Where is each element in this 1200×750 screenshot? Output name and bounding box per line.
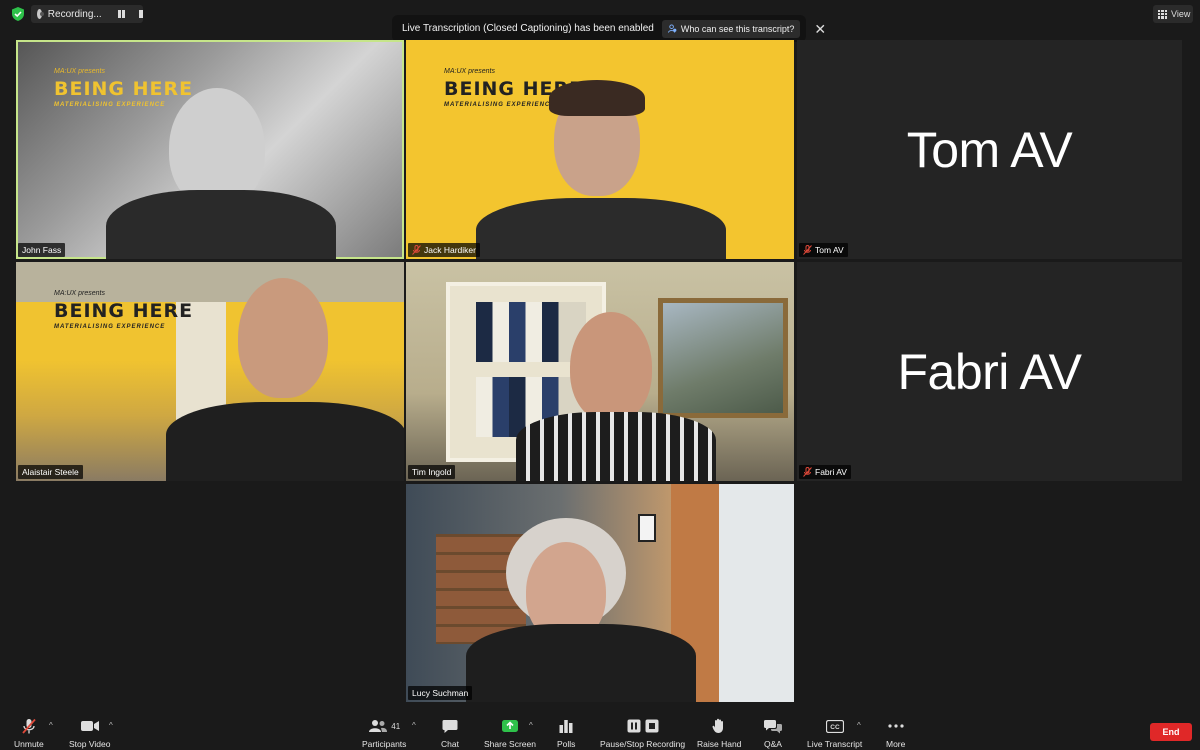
name-tag: Fabri AV — [799, 465, 851, 479]
video-tile-lucy-suchman[interactable]: Lucy Suchman — [406, 484, 794, 702]
muted-microphone-icon — [412, 245, 421, 255]
stop-recording-icon[interactable] — [139, 10, 143, 18]
chat-label: Chat — [441, 739, 459, 749]
video-tile-fabri-av[interactable]: Fabri AV Fabri AV — [797, 262, 1182, 481]
raise-hand-icon — [712, 718, 724, 733]
participant-name: Tom AV — [815, 245, 844, 255]
participant-name: John Fass — [22, 245, 62, 255]
more-dots-icon — [888, 724, 904, 728]
overlay-subtitle: MATERIALISING EXPERIENCE — [54, 102, 166, 108]
pause-recording-icon[interactable] — [117, 10, 126, 18]
overlay-presents: MA:UX presents — [444, 68, 495, 75]
qa-label: Q&A — [764, 739, 782, 749]
participant-name: Fabri AV — [815, 467, 847, 477]
zoom-meeting-window: Recording... Live Transcription (Closed … — [0, 0, 1200, 750]
polls-label: Polls — [557, 739, 576, 749]
live-transcript-button[interactable]: CC Live Transcript — [807, 718, 862, 749]
avatar-name-text: Tom AV — [906, 121, 1073, 178]
participants-icon — [369, 720, 388, 732]
view-button[interactable]: View — [1153, 5, 1193, 23]
video-tile-john-fass[interactable]: MA:UX presents BEING HERE MATERIALISING … — [16, 40, 404, 259]
security-shield-icon[interactable] — [10, 6, 26, 22]
name-tag: John Fass — [18, 243, 66, 257]
overlay-subtitle: MATERIALISING EXPERIENCE — [444, 102, 556, 108]
share-screen-label: Share Screen — [484, 739, 536, 749]
unmute-label: Unmute — [14, 739, 44, 749]
name-tag: Jack Hardiker — [408, 243, 480, 257]
stop-video-button[interactable]: Stop Video — [69, 718, 110, 749]
participants-label: Participants — [362, 739, 407, 749]
name-tag: Tim Ingold — [408, 465, 456, 479]
pause-stop-recording-button[interactable]: Pause/Stop Recording — [600, 718, 685, 749]
overlay-title: BEING HERE — [54, 300, 194, 322]
participant-name: Jack Hardiker — [424, 245, 476, 255]
notification-text: Live Transcription (Closed Captioning) h… — [402, 23, 654, 34]
transcription-notification: Live Transcription (Closed Captioning) h… — [392, 15, 826, 42]
video-tile-tom-av[interactable]: Tom AV Tom AV — [797, 40, 1182, 259]
participants-button[interactable]: 41 Participants — [362, 718, 406, 749]
raise-hand-label: Raise Hand — [697, 739, 742, 749]
muted-microphone-icon — [803, 245, 812, 255]
name-tag: Tom AV — [799, 243, 848, 257]
chat-bubble-icon — [442, 719, 458, 733]
polls-button[interactable]: Polls — [557, 718, 575, 749]
share-screen-icon — [501, 720, 518, 732]
participants-count: 41 — [391, 721, 401, 731]
participants-options-chevron-icon[interactable]: ^ — [412, 721, 416, 730]
video-tile-alaistair-steele[interactable]: MA:UX presents BEING HERE MATERIALISING … — [16, 262, 404, 481]
pause-icon — [627, 719, 641, 733]
recording-label: Recording... — [47, 8, 102, 20]
qa-chat-icon — [764, 719, 782, 733]
who-can-see-transcript-button[interactable]: Who can see this transcript? — [661, 19, 801, 38]
closed-caption-icon: CC — [825, 719, 844, 733]
recording-icon — [37, 9, 44, 19]
chat-button[interactable]: Chat — [441, 718, 459, 749]
people-icon — [667, 24, 677, 33]
avatar-name-text: Fabri AV — [897, 343, 1082, 400]
more-label: More — [886, 739, 906, 749]
video-tile-jack-hardiker[interactable]: MA:UX presents BEING HERE MATERIALISING … — [406, 40, 794, 259]
meeting-toolbar: Unmute ^ Stop Video ^ 41 Participants ^ … — [0, 714, 1200, 750]
overlay-presents: MA:UX presents — [54, 68, 105, 75]
who-can-see-label: Who can see this transcript? — [680, 23, 795, 34]
video-camera-icon — [80, 721, 99, 731]
video-tile-tim-ingold[interactable]: Tim Ingold — [406, 262, 794, 481]
grid-view-icon — [1158, 9, 1167, 19]
muted-microphone-icon — [22, 718, 36, 734]
view-label: View — [1171, 9, 1191, 19]
qa-button[interactable]: Q&A — [764, 718, 782, 749]
polls-bar-chart-icon — [559, 720, 573, 733]
more-button[interactable]: More — [886, 718, 905, 749]
raise-hand-button[interactable]: Raise Hand — [697, 718, 741, 749]
overlay-title: BEING HERE — [54, 78, 194, 100]
participant-name: Lucy Suchman — [412, 688, 469, 698]
pause-stop-recording-label: Pause/Stop Recording — [600, 739, 686, 749]
svg-text:CC: CC — [830, 724, 840, 731]
overlay-subtitle: MATERIALISING EXPERIENCE — [54, 324, 166, 330]
unmute-button[interactable]: Unmute — [14, 718, 44, 749]
participant-name: Tim Ingold — [412, 467, 452, 477]
transcript-options-chevron-icon[interactable]: ^ — [857, 721, 861, 730]
name-tag: Lucy Suchman — [408, 686, 473, 700]
name-tag: Alaistair Steele — [18, 465, 83, 479]
close-icon[interactable]: ✕ — [814, 22, 826, 36]
stop-video-label: Stop Video — [69, 739, 111, 749]
end-meeting-button[interactable]: End — [1150, 723, 1192, 741]
live-transcript-label: Live Transcript — [807, 739, 863, 749]
share-options-chevron-icon[interactable]: ^ — [529, 721, 533, 730]
overlay-presents: MA:UX presents — [54, 290, 105, 297]
muted-microphone-icon — [803, 467, 812, 477]
video-options-chevron-icon[interactable]: ^ — [109, 721, 113, 730]
participant-name: Alaistair Steele — [22, 467, 79, 477]
audio-options-chevron-icon[interactable]: ^ — [49, 721, 53, 730]
recording-indicator[interactable]: Recording... — [31, 5, 143, 23]
stop-icon — [645, 719, 659, 733]
